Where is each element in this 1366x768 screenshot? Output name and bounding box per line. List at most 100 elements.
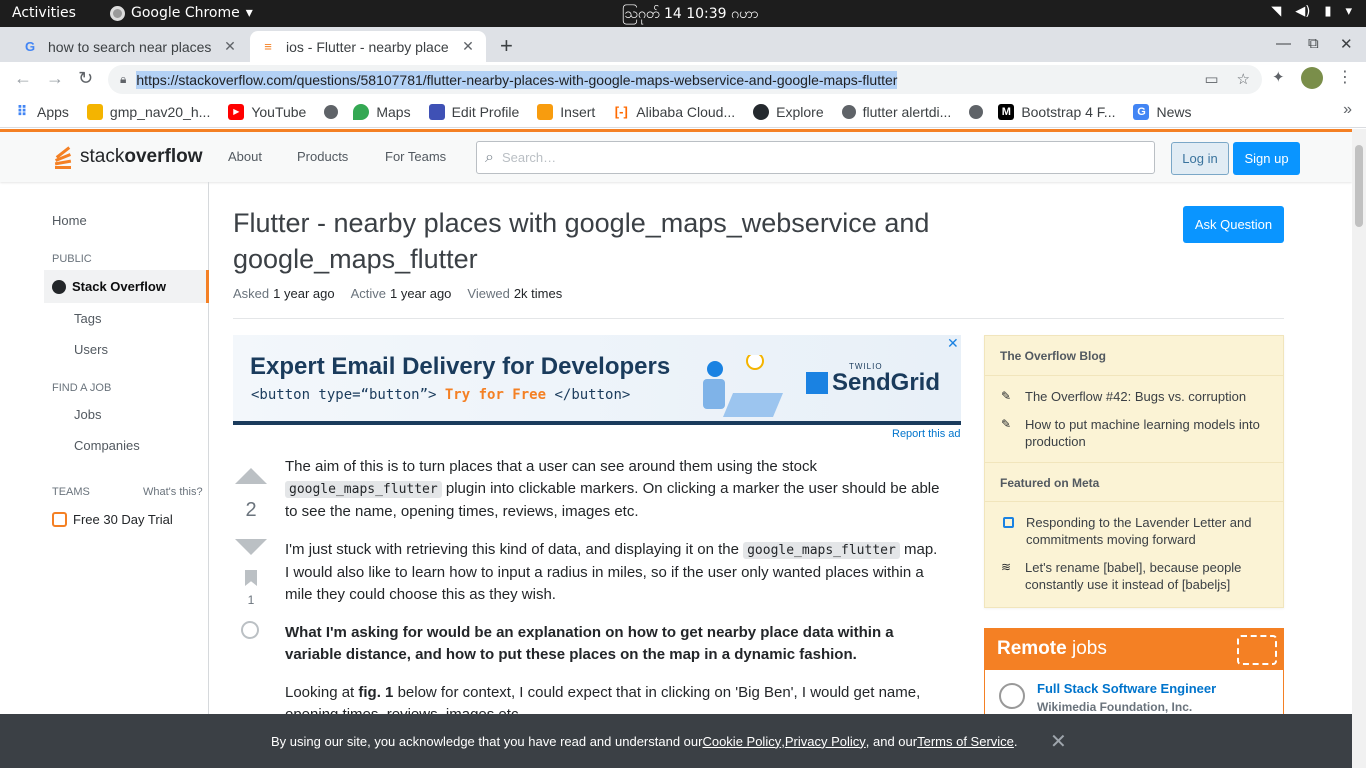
blog-item[interactable]: ✎ The Overflow #42: Bugs vs. corruption xyxy=(985,376,1283,410)
activities-button[interactable]: Activities xyxy=(12,5,76,21)
reload-icon[interactable]: ↻ xyxy=(78,68,93,89)
briefcase-icon xyxy=(52,512,67,527)
page-scrollbar[interactable] xyxy=(1352,129,1366,768)
wikimedia-logo xyxy=(999,683,1025,709)
globe-icon xyxy=(52,279,66,294)
free-trial-link[interactable]: Free 30 Day Trial xyxy=(52,512,173,527)
pencil-icon: ✎ xyxy=(1001,389,1012,403)
lock-icon[interactable]: 🔒︎ xyxy=(120,72,126,87)
browser-toolbar: ← → ↻ 🔒︎ https://stackoverflow.com/quest… xyxy=(0,62,1366,96)
fire-icon xyxy=(86,103,103,120)
bookmark-news[interactable]: G News xyxy=(1133,103,1192,120)
terms-of-service-link[interactable]: Terms of Service xyxy=(917,734,1014,749)
sendgrid-logo: SendGrid xyxy=(806,369,940,397)
scrollbar-thumb[interactable] xyxy=(1355,145,1363,227)
so-logo[interactable]: stackoverflow xyxy=(52,142,202,172)
url-text[interactable]: https://stackoverflow.com/questions/5810… xyxy=(136,70,898,89)
bookmark-apps[interactable]: ⠿ Apps xyxy=(14,103,69,120)
left-sidebar: Home PUBLIC Stack Overflow Tags Users FI… xyxy=(0,182,209,768)
meta-item[interactable]: ≋ Let's rename [babel], because people co… xyxy=(985,553,1283,598)
bookmark-globe[interactable] xyxy=(324,104,345,119)
sidebar-item-companies[interactable]: Companies xyxy=(74,438,140,453)
job-company: Wikimedia Foundation, Inc. xyxy=(1037,700,1193,714)
tab-google-search[interactable]: G how to search near places ✕ xyxy=(12,31,248,62)
remote-jobs-widget: Remote jobs Full Stack Software Engineer… xyxy=(984,628,1284,728)
upvote-arrow-icon[interactable] xyxy=(235,468,267,484)
nav-about[interactable]: About xyxy=(228,149,262,164)
star-icon[interactable]: ☆ xyxy=(1237,70,1250,88)
bookmark-gmp[interactable]: gmp_nav20_h... xyxy=(86,103,210,120)
bookmark-flutter-alertdialog[interactable]: flutter alertdi... xyxy=(841,104,951,120)
minimize-icon[interactable]: — xyxy=(1276,35,1291,52)
app-name: Google Chrome xyxy=(131,5,240,21)
bookmark-maps[interactable]: Maps xyxy=(353,103,411,120)
maximize-icon[interactable]: ⧉ xyxy=(1308,35,1319,52)
ask-question-button[interactable]: Ask Question xyxy=(1183,206,1284,243)
system-top-bar: Activities Google Chrome ▾ ဩဂုတ် 14 10:3… xyxy=(0,0,1366,27)
pma-icon xyxy=(537,103,554,120)
address-bar[interactable]: 🔒︎ https://stackoverflow.com/questions/5… xyxy=(108,65,1262,94)
logo-text: stackoverflow xyxy=(80,146,203,167)
so-header: stackoverflow About Products For Teams ⌕… xyxy=(0,129,1352,182)
ad-close-icon[interactable]: ✕ xyxy=(947,335,959,352)
tab-title: how to search near places xyxy=(48,38,212,55)
search-input[interactable] xyxy=(501,150,1102,165)
system-tray[interactable]: ◥ ◀) ▮ ▾ xyxy=(1271,4,1352,19)
report-ad-link[interactable]: Report this ad xyxy=(892,428,960,440)
new-tab-button[interactable]: + xyxy=(500,33,513,59)
signup-button[interactable]: Sign up xyxy=(1233,142,1300,175)
sidebar-item-home[interactable]: Home xyxy=(52,213,87,228)
bookmark-explore[interactable]: Explore xyxy=(753,103,824,120)
blog-item[interactable]: ✎ How to put machine learning models into… xyxy=(985,410,1283,462)
back-arrow-icon[interactable]: ← xyxy=(14,68,32,89)
github-icon xyxy=(753,103,770,120)
downvote-arrow-icon[interactable] xyxy=(235,539,267,555)
sidebar-section-public: PUBLIC xyxy=(52,253,92,265)
paragraph: What I'm asking for would be an explanat… xyxy=(285,624,894,663)
sidebar-item-stack-overflow[interactable]: Stack Overflow xyxy=(44,270,209,303)
meta-item[interactable]: Responding to the Lavender Letter and co… xyxy=(985,502,1283,553)
tab-stackoverflow[interactable]: ≡ ios - Flutter - nearby place ✕ xyxy=(250,31,486,62)
history-icon[interactable] xyxy=(241,621,259,639)
close-icon[interactable]: ✕ xyxy=(460,38,476,55)
more-menu-icon[interactable]: ⋮ xyxy=(1337,67,1353,87)
forward-arrow-icon[interactable]: → xyxy=(46,68,64,89)
privacy-policy-link[interactable]: Privacy Policy xyxy=(785,734,866,749)
bookmark-edit-profile[interactable]: Edit Profile xyxy=(428,103,519,120)
more-bookmarks-icon[interactable]: » xyxy=(1343,101,1352,119)
cookie-policy-link[interactable]: Cookie Policy xyxy=(702,734,781,749)
nav-products[interactable]: Products xyxy=(297,149,348,164)
close-icon[interactable]: ✕ xyxy=(1050,729,1067,754)
bookmark-icon[interactable] xyxy=(245,570,257,586)
clock[interactable]: ဩဂုတ် 14 10:39 ဂဟာ xyxy=(622,4,758,25)
tab-strip: G how to search near places ✕ ≡ ios - Fl… xyxy=(0,27,1366,62)
profile-avatar[interactable] xyxy=(1301,67,1323,89)
sidebar-item-jobs[interactable]: Jobs xyxy=(74,407,101,422)
close-icon[interactable]: ✕ xyxy=(222,38,238,55)
login-button[interactable]: Log in xyxy=(1171,142,1229,175)
app-menu[interactable]: Google Chrome ▾ xyxy=(110,5,253,21)
sidebar-section-find-job: FIND A JOB xyxy=(52,382,112,394)
cast-icon[interactable]: ▭ xyxy=(1204,70,1218,88)
bookmark-youtube[interactable]: ▶ YouTube xyxy=(228,103,306,120)
sendgrid-ad-banner[interactable]: Expert Email Delivery for Developers <bu… xyxy=(233,335,961,425)
nav-for-teams[interactable]: For Teams xyxy=(385,149,446,164)
sidebar-item-tags[interactable]: Tags xyxy=(74,311,101,326)
asked-value[interactable]: 1 year ago xyxy=(273,286,334,301)
bookmark-globe-2[interactable] xyxy=(969,104,990,119)
question-title[interactable]: Flutter - nearby places with google_maps… xyxy=(233,205,993,277)
question-meta: Asked 1 year ago Active 1 year ago Viewed 2… xyxy=(233,286,563,301)
active-value[interactable]: 1 year ago xyxy=(390,286,451,301)
bookmark-alibaba[interactable]: [-] Alibaba Cloud... xyxy=(613,104,735,120)
whats-this-link[interactable]: What's this? xyxy=(143,486,203,498)
close-window-icon[interactable]: ✕ xyxy=(1340,35,1353,53)
bookmark-insert[interactable]: Insert xyxy=(537,103,595,120)
vote-count: 2 xyxy=(245,499,257,521)
job-title-link[interactable]: Full Stack Software Engineer xyxy=(1037,681,1216,696)
pencil-icon: ✎ xyxy=(1001,417,1012,431)
sidebar-item-users[interactable]: Users xyxy=(74,342,108,357)
so-search-box[interactable]: ⌕ xyxy=(476,141,1155,174)
viewed-value: 2k times xyxy=(513,286,563,301)
extensions-icon[interactable]: ✦ xyxy=(1272,68,1285,86)
bookmark-bootstrap[interactable]: M Bootstrap 4 F... xyxy=(998,103,1115,120)
